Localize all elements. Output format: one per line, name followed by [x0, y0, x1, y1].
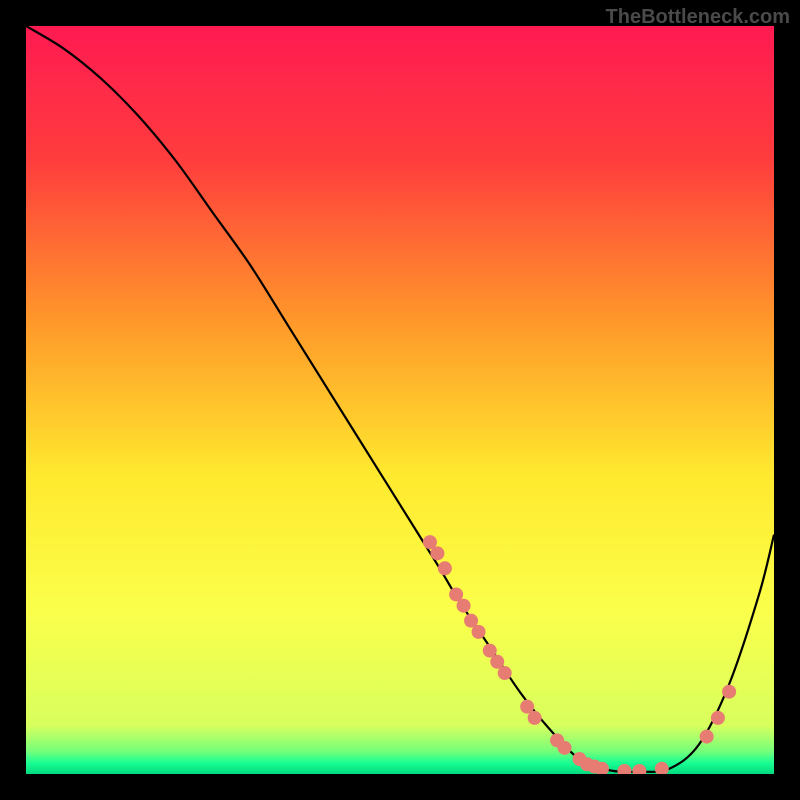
plot-area — [26, 26, 774, 774]
data-point — [438, 561, 452, 575]
data-point — [617, 764, 631, 774]
data-point — [472, 625, 486, 639]
data-point — [632, 764, 646, 774]
data-point — [528, 711, 542, 725]
data-point — [722, 685, 736, 699]
data-point — [430, 546, 444, 560]
data-point — [655, 762, 669, 774]
data-point — [457, 599, 471, 613]
points-layer — [26, 26, 774, 774]
data-point — [700, 730, 714, 744]
data-point — [558, 741, 572, 755]
data-point — [498, 666, 512, 680]
data-point — [711, 711, 725, 725]
watermark-text: TheBottleneck.com — [606, 6, 790, 29]
